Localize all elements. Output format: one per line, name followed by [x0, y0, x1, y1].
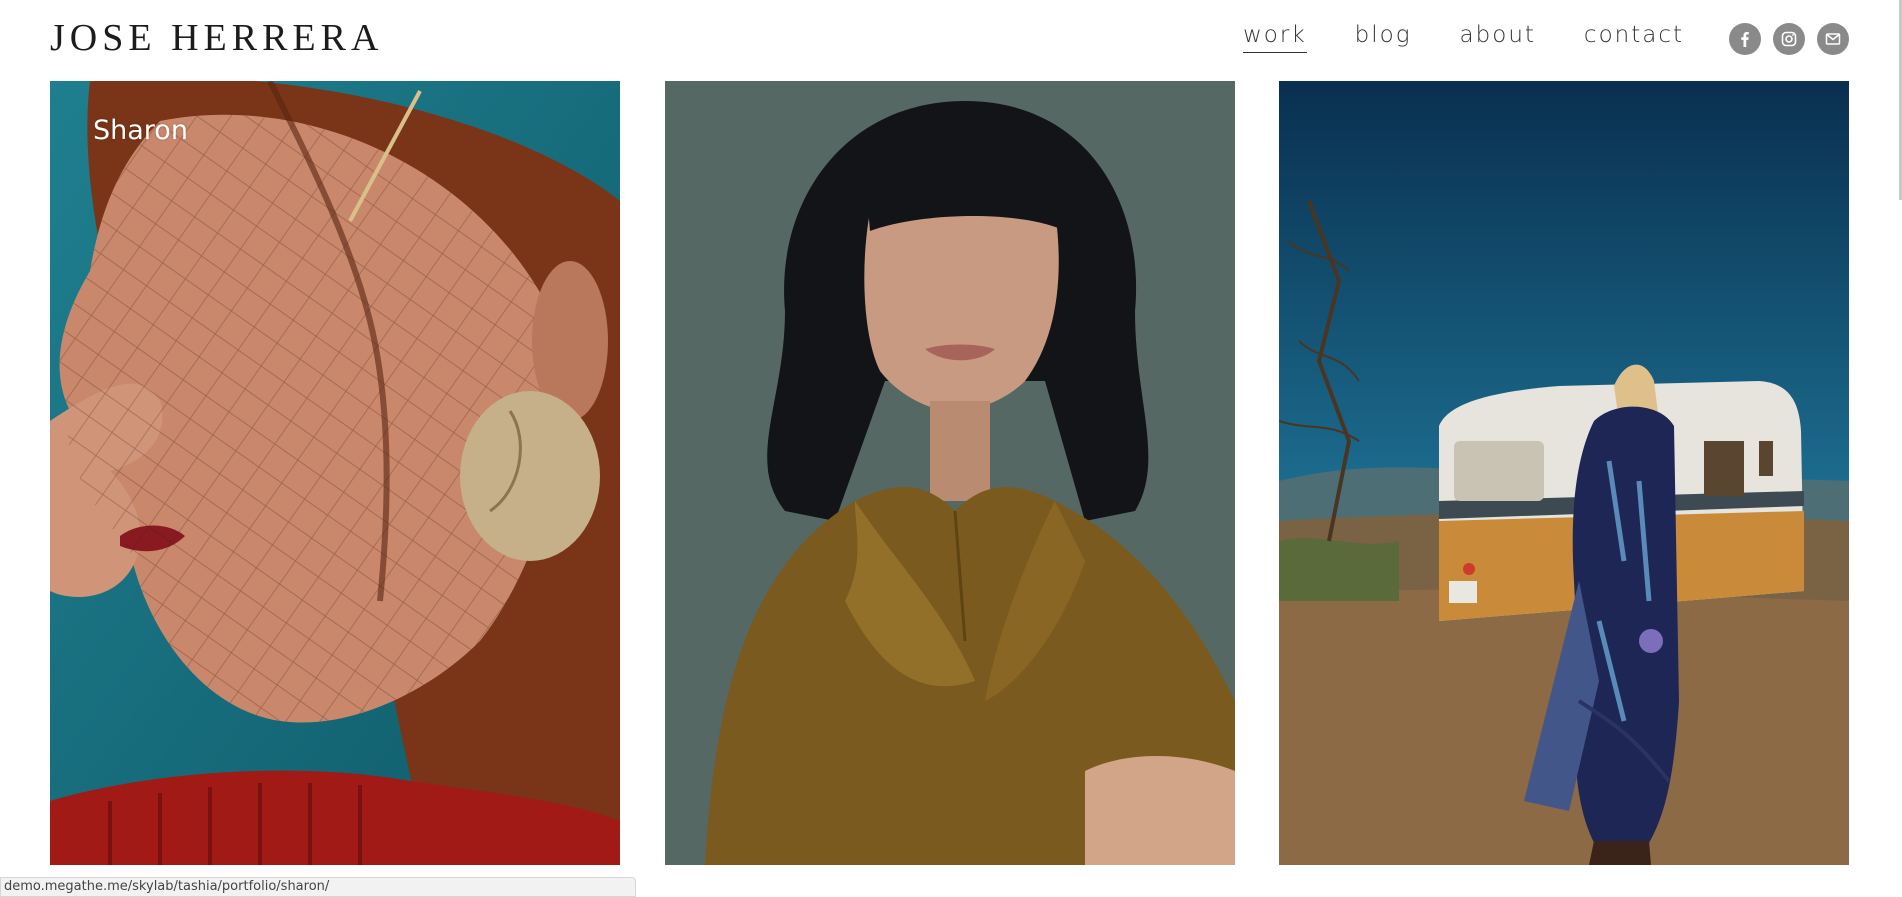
facebook-icon[interactable] [1729, 23, 1761, 55]
portfolio-photo-sharon [50, 81, 620, 865]
social-links [1729, 23, 1861, 55]
nav-item-about[interactable]: about [1460, 22, 1536, 53]
browser-status-url: demo.megathe.me/skylab/tashia/portfolio/… [0, 877, 636, 897]
portfolio-photo-2 [665, 81, 1235, 865]
main-nav: work blog about contact [1243, 22, 1732, 53]
site-header: JOSE HERRERA work blog about contact [0, 0, 1902, 80]
portfolio-item-sharon[interactable]: Sharon [50, 81, 620, 865]
nav-item-blog[interactable]: blog [1355, 22, 1412, 53]
portfolio-item-3[interactable] [1279, 81, 1849, 865]
instagram-icon[interactable] [1773, 23, 1805, 55]
portfolio-item-2[interactable] [665, 81, 1235, 865]
nav-item-contact[interactable]: contact [1584, 22, 1684, 53]
site-logo[interactable]: JOSE HERRERA [50, 16, 383, 60]
portfolio-photo-3 [1279, 81, 1849, 865]
mail-icon[interactable] [1817, 23, 1849, 55]
nav-item-work[interactable]: work [1243, 22, 1307, 53]
portfolio-item-title: Sharon [93, 115, 188, 146]
